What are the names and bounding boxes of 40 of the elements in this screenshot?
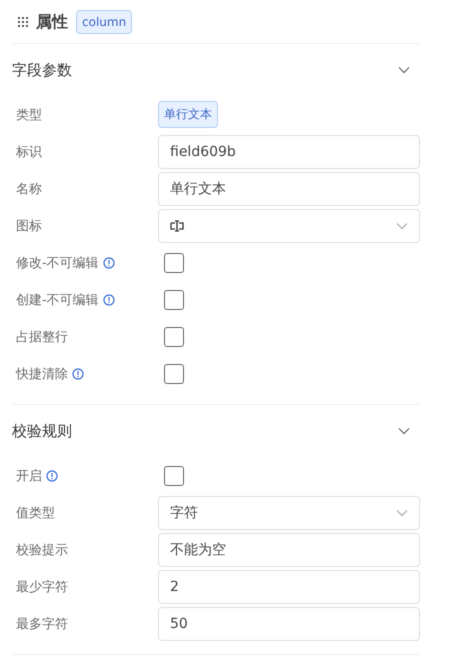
checkbox[interactable] [164,326,184,346]
field-label: 创建-不可编辑 [16,292,99,308]
info-icon[interactable] [72,368,84,380]
field-label: 标识 [16,144,42,160]
chevron-down-icon [396,508,408,516]
type-tag: 单行文本 [158,101,218,128]
checkbox[interactable] [164,364,184,384]
field-label: 快捷清除 [16,366,68,382]
drag-handle-icon[interactable] [18,17,28,27]
chevron-down-icon[interactable] [398,66,410,74]
column-tag: column [76,10,132,34]
section-title: 校验规则 [12,422,72,440]
input-field[interactable]: field609b [158,134,420,168]
field-label: 修改-不可编辑 [16,254,99,272]
field-label: 最少字符 [16,578,68,596]
field-label: 校验提示 [16,542,68,558]
icon-select-field[interactable] [158,208,420,242]
field-label: 开启 [16,468,42,484]
field-label: 类型 [16,106,42,124]
section-title: 字段参数 [12,60,72,80]
field-label: 占据整行 [16,328,68,346]
chevron-down-icon [396,222,408,230]
field-label: 值类型 [16,504,55,522]
info-icon[interactable] [102,256,115,268]
input-field[interactable]: 不能为空 [158,532,420,566]
field-label: 图标 [16,218,42,234]
checkbox[interactable] [164,290,184,310]
checkbox[interactable] [164,466,184,486]
field-label: 最多字符 [16,616,68,632]
input-field[interactable]: 2 [158,570,420,604]
field-label: 名称 [16,180,42,198]
select-field[interactable]: 字符 [158,496,420,530]
checkbox[interactable] [164,252,184,272]
input-field[interactable]: 单行文本 [158,172,420,206]
info-icon[interactable] [102,294,115,306]
panel-title: 属性 [36,12,68,32]
chevron-down-icon[interactable] [398,427,410,435]
text-cursor-icon [170,218,184,232]
input-field[interactable]: 50 [158,606,420,640]
info-icon[interactable] [46,470,58,482]
